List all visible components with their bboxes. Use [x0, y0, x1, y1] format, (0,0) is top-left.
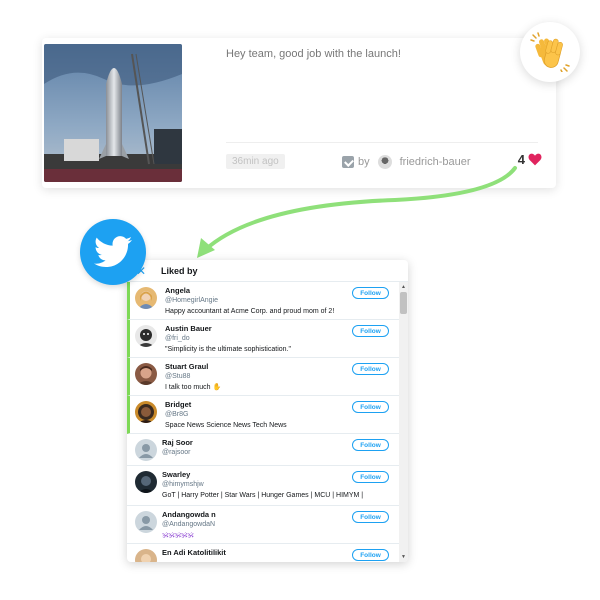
avatar[interactable] — [135, 401, 157, 423]
follow-button[interactable]: Follow — [352, 363, 389, 375]
list-item[interactable]: Bridget @Br8G Space News Science News Te… — [127, 396, 408, 434]
user-handle: @fri_do — [165, 335, 190, 342]
avatar[interactable] — [135, 471, 157, 493]
avatar[interactable] — [135, 363, 157, 385]
user-bio: Space News Science News Tech News — [165, 422, 287, 429]
clapping-hands-icon — [520, 22, 580, 82]
user-list: Angela @HomegirlAngie Happy accountant a… — [127, 282, 408, 562]
list-item[interactable]: Raj Soor @rajsoor Follow — [127, 434, 408, 466]
follow-button[interactable]: Follow — [352, 549, 389, 561]
user-name[interactable]: Raj Soor — [162, 438, 378, 448]
post-message: Hey team, good job with the launch! — [226, 48, 401, 60]
list-item[interactable]: Andangowda n @AndangowdaN 🕉🕉🕉🕉🕉 Follow — [127, 506, 408, 544]
list-item[interactable]: Austin Bauer @fri_do "Simplicity is the … — [127, 320, 408, 358]
user-bio: Happy accountant at Acme Corp. and proud… — [165, 308, 335, 315]
user-handle: @rajsoor — [162, 449, 191, 456]
stage: Hey team, good job with the launch! 36mi… — [0, 0, 600, 600]
follow-button[interactable]: Follow — [352, 439, 389, 451]
list-item[interactable]: En Adi Katolitilikit Follow — [127, 544, 408, 562]
user-name[interactable]: Bridget — [165, 400, 378, 410]
post-image — [44, 44, 182, 182]
user-name[interactable]: En Adi Katolitilikit — [162, 548, 378, 558]
user-handle: @himymshjw — [162, 481, 204, 488]
user-name[interactable]: Andangowda n — [162, 510, 378, 520]
avatar[interactable] — [135, 549, 157, 562]
default-avatar-icon[interactable] — [135, 439, 157, 461]
user-bio: I talk too much ✋ — [165, 384, 222, 391]
scroll-up-icon[interactable]: ▲ — [401, 284, 406, 290]
scroll-down-icon[interactable]: ▼ — [401, 554, 406, 560]
scrollbar[interactable]: ▲ ▼ — [399, 282, 408, 562]
user-name[interactable]: Swarley — [162, 470, 378, 480]
avatar[interactable] — [135, 287, 157, 309]
user-bio: "Simplicity is the ultimate sophisticati… — [165, 346, 291, 353]
scroll-thumb[interactable] — [400, 292, 407, 314]
curved-arrow-icon — [197, 166, 517, 258]
list-item[interactable]: Swarley @himymshjw GoT | Harry Potter | … — [127, 466, 408, 506]
list-item[interactable]: Angela @HomegirlAngie Happy accountant a… — [127, 282, 408, 320]
user-handle: @AndangowdaN — [162, 521, 216, 528]
follow-button[interactable]: Follow — [352, 401, 389, 413]
list-item[interactable]: Stuart Graul @Stu88 I talk too much ✋ Fo… — [127, 358, 408, 396]
user-handle: @HomegirlAngie — [165, 297, 219, 304]
user-bio: GoT | Harry Potter | Star Wars | Hunger … — [162, 492, 364, 499]
follow-button[interactable]: Follow — [352, 325, 389, 337]
avatar[interactable] — [135, 325, 157, 347]
follow-button[interactable]: Follow — [352, 471, 389, 483]
divider — [226, 142, 538, 143]
user-bio: 🕉🕉🕉🕉🕉 — [162, 532, 194, 539]
follow-button[interactable]: Follow — [352, 511, 389, 523]
panel-title: Liked by — [161, 265, 198, 276]
heart-icon[interactable] — [528, 153, 542, 166]
follow-button[interactable]: Follow — [352, 287, 389, 299]
user-name[interactable]: Angela — [165, 286, 378, 296]
twitter-bird-icon — [80, 219, 146, 285]
user-name[interactable]: Stuart Graul — [165, 362, 378, 372]
panel-header: ✕ Liked by — [127, 260, 408, 282]
user-name[interactable]: Austin Bauer — [165, 324, 378, 334]
default-avatar-icon[interactable] — [135, 511, 157, 533]
liked-by-panel: ✕ Liked by Angela @HomegirlAngie Happy a… — [127, 260, 408, 562]
user-handle: @Stu88 — [165, 373, 191, 380]
user-handle: @Br8G — [165, 411, 189, 418]
